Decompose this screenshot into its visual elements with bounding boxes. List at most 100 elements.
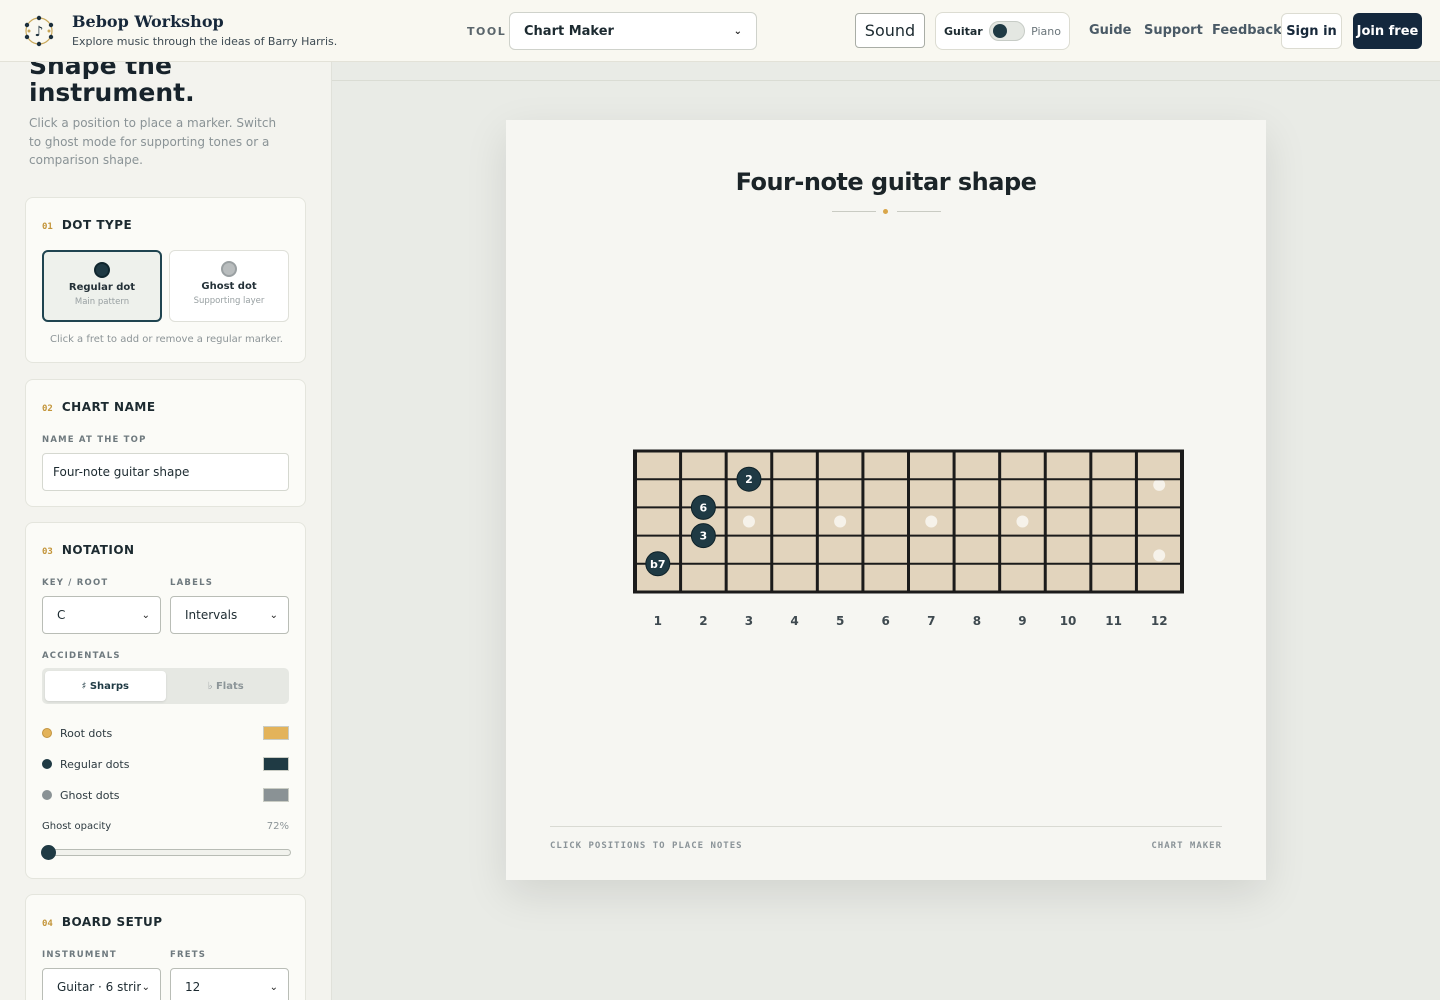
tool-select[interactable]: Chart Maker ⌄ bbox=[509, 12, 757, 50]
chevron-down-icon: ⌄ bbox=[269, 609, 278, 621]
dot-type-hint: Click a fret to add or remove a regular … bbox=[50, 334, 283, 345]
fret-number-label: 2 bbox=[699, 614, 707, 628]
nav-feedback-link[interactable]: Feedback bbox=[1212, 23, 1282, 38]
fret-number-label: 12 bbox=[1151, 614, 1168, 628]
ghost-dot-option[interactable]: Ghost dot Supporting layer bbox=[169, 250, 289, 322]
join-free-button[interactable]: Join free bbox=[1353, 13, 1422, 49]
sidebar[interactable]: Shape the instrument. Click a position t… bbox=[0, 62, 332, 1000]
fret-inlay-dot bbox=[742, 515, 755, 528]
fret-number-label: 4 bbox=[790, 614, 798, 628]
frets-select-value: 12 bbox=[185, 980, 201, 994]
regular-dot-icon bbox=[94, 262, 110, 278]
instrument-switch[interactable] bbox=[988, 21, 1026, 41]
card-number: 01 bbox=[42, 222, 53, 232]
root-color-swatch[interactable] bbox=[263, 726, 289, 740]
chart-name-card: 02 CHART NAME NAME AT THE TOP Four-note … bbox=[25, 379, 306, 507]
frets-label: FRETS bbox=[170, 950, 207, 960]
fret-number-label: 8 bbox=[973, 614, 981, 628]
root-dot-icon bbox=[42, 728, 52, 738]
ghost-opacity-row: Ghost opacity 72% bbox=[42, 821, 289, 832]
instrument-toggle[interactable]: Guitar Piano bbox=[935, 12, 1070, 50]
chart-name-label: NAME AT THE TOP bbox=[42, 435, 147, 445]
frets-select[interactable]: 12 ⌄ bbox=[170, 968, 289, 1000]
board-setup-card: 04 BOARD SETUP INSTRUMENT FRETS Guitar ·… bbox=[25, 894, 306, 1000]
tool-select-value: Chart Maker bbox=[524, 23, 614, 39]
sheet-footer-hint: CLICK POSITIONS TO PLACE NOTES bbox=[550, 841, 743, 851]
sidebar-heading: Shape the instrument. bbox=[29, 62, 195, 107]
brand-subtitle: Explore music through the ideas of Barry… bbox=[72, 35, 338, 48]
chevron-down-icon: ⌄ bbox=[141, 609, 150, 621]
note-label: b7 bbox=[650, 558, 666, 571]
chart-name-input[interactable]: Four-note guitar shape bbox=[42, 453, 289, 491]
card-name: CHART NAME bbox=[61, 400, 156, 414]
instrument-select-value: Guitar · 6 strir bbox=[57, 980, 142, 994]
option-label: Ghost dot bbox=[201, 281, 257, 292]
accidentals-label: ACCIDENTALS bbox=[42, 651, 121, 661]
regular-color-swatch[interactable] bbox=[263, 757, 289, 771]
card-name: DOT TYPE bbox=[61, 218, 133, 232]
color-row-label: Ghost dots bbox=[60, 788, 120, 802]
card-name: NOTATION bbox=[61, 543, 135, 557]
sharps-option[interactable]: ♯ Sharps bbox=[45, 671, 166, 701]
fret-inlay-dot bbox=[925, 515, 938, 528]
fret-number-label: 11 bbox=[1105, 614, 1122, 628]
fret-number-label: 3 bbox=[745, 614, 753, 628]
card-title: 01 DOT TYPE bbox=[42, 218, 132, 232]
fret-inlay-dot bbox=[1153, 549, 1166, 562]
nav-guide-link[interactable]: Guide bbox=[1089, 23, 1132, 38]
regular-dot-option[interactable]: Regular dot Main pattern bbox=[42, 250, 162, 322]
instrument-guitar-label[interactable]: Guitar bbox=[944, 25, 983, 38]
ghost-opacity-slider[interactable] bbox=[41, 845, 291, 860]
fret-inlay-dot bbox=[1153, 478, 1166, 491]
card-title: 03 NOTATION bbox=[42, 543, 135, 557]
nav-support-link[interactable]: Support bbox=[1144, 23, 1203, 38]
sheet-footer-brand: CHART MAKER bbox=[1151, 841, 1222, 851]
chevron-down-icon: ⌄ bbox=[141, 981, 150, 993]
key-select-value: C bbox=[57, 608, 66, 622]
root-dots-color-row: Root dots bbox=[42, 725, 289, 741]
ghost-opacity-value: 72% bbox=[266, 821, 289, 832]
fret-number-label: 5 bbox=[836, 614, 844, 628]
card-title: 02 CHART NAME bbox=[42, 400, 156, 414]
card-number: 03 bbox=[42, 547, 53, 557]
fret-inlay-dot bbox=[834, 515, 847, 528]
labels-select[interactable]: Intervals ⌄ bbox=[170, 596, 289, 634]
card-number: 02 bbox=[42, 404, 53, 414]
sign-in-button[interactable]: Sign in bbox=[1281, 13, 1342, 49]
chart-sheet: Four-note guitar shape 1 2 3 4 5 6 7 8 9 10 11 12 2 6… bbox=[506, 120, 1266, 880]
instrument-select[interactable]: Guitar · 6 strir ⌄ bbox=[42, 968, 161, 1000]
fretboard[interactable]: 1 2 3 4 5 6 7 8 9 10 11 12263b7 bbox=[506, 120, 1266, 820]
flats-option[interactable]: ♭ Flats bbox=[166, 671, 287, 701]
ghost-dots-color-row: Ghost dots bbox=[42, 787, 289, 803]
labels-select-value: Intervals bbox=[185, 608, 238, 622]
instrument-piano-label[interactable]: Piano bbox=[1031, 25, 1061, 38]
ghost-opacity-label: Ghost opacity bbox=[42, 821, 112, 832]
key-select[interactable]: C ⌄ bbox=[42, 596, 161, 634]
color-row-label: Root dots bbox=[60, 726, 113, 740]
main-canvas-area: Four-note guitar shape 1 2 3 4 5 6 7 8 9 10 11 12 2 6… bbox=[332, 62, 1440, 1000]
sound-button[interactable]: Sound bbox=[855, 13, 925, 48]
ghost-dot-icon bbox=[221, 261, 237, 277]
fret-number-label: 9 bbox=[1018, 614, 1026, 628]
card-title: 04 BOARD SETUP bbox=[42, 915, 163, 929]
card-number: 04 bbox=[42, 919, 53, 929]
option-sub: Main pattern bbox=[74, 297, 130, 307]
note-label: 2 bbox=[745, 473, 753, 486]
accidentals-toggle[interactable]: ♯ Sharps ♭ Flats bbox=[42, 668, 289, 704]
brand-title[interactable]: Bebop Workshop bbox=[72, 12, 224, 31]
fret-number-label: 10 bbox=[1060, 614, 1077, 628]
note-label: 3 bbox=[700, 530, 708, 543]
tool-label: TOOL bbox=[467, 25, 507, 38]
switch-knob bbox=[992, 24, 1007, 38]
key-root-label: KEY / ROOT bbox=[42, 578, 109, 588]
chevron-down-icon: ⌄ bbox=[269, 981, 278, 993]
labels-label: LABELS bbox=[170, 578, 214, 588]
music-logo-icon[interactable]: ♪ bbox=[22, 14, 56, 48]
svg-text:♪: ♪ bbox=[35, 24, 44, 40]
slider-thumb[interactable] bbox=[41, 845, 56, 860]
ghost-color-swatch[interactable] bbox=[263, 788, 289, 802]
option-label: Regular dot bbox=[68, 282, 136, 293]
notation-card: 03 NOTATION KEY / ROOT LABELS C ⌄ Interv… bbox=[25, 522, 306, 879]
ghost-dot-icon bbox=[42, 790, 52, 800]
sidebar-description: Click a position to place a marker. Swit… bbox=[29, 116, 277, 167]
